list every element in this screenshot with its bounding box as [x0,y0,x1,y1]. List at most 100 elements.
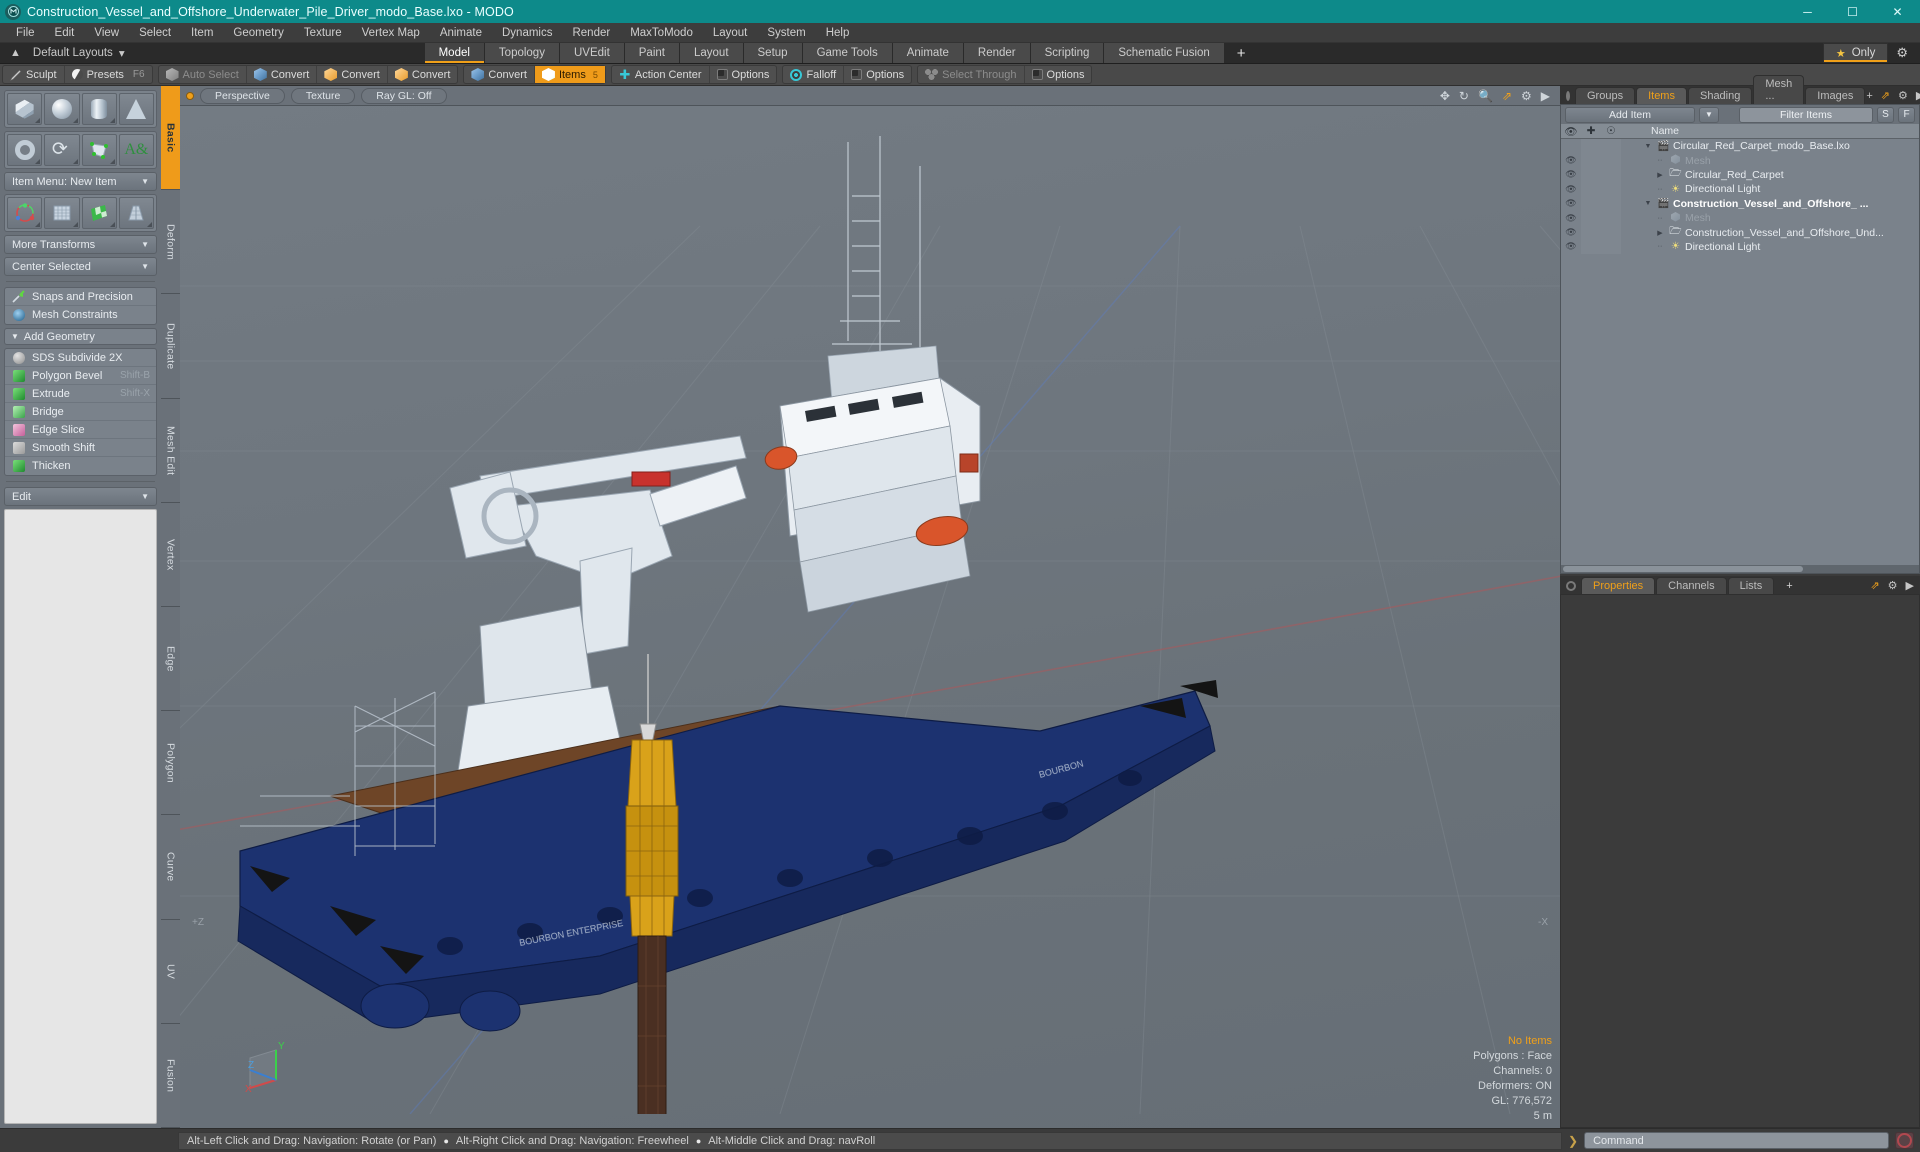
plus-icon[interactable]: + [1866,90,1872,102]
falloff-options-button[interactable]: Options [844,66,911,83]
items-tree[interactable]: ▼ 🎬 Circular_Red_Carpet_modo_Base.lxo 👁 … [1561,139,1919,565]
item-name-cell[interactable]: ▶ 🗁 Construction_Vessel_and_Offshore_Und… [1621,224,1919,241]
visibility-toggle-icon[interactable]: 👁 [1561,213,1581,224]
sculpt-button[interactable]: Sculpt [3,66,65,83]
axis-cell[interactable] [1601,225,1621,240]
rp-tab-groups[interactable]: Groups [1575,87,1636,104]
properties-panel-body[interactable] [1560,594,1920,1128]
move-icon[interactable]: ✥ [1440,89,1450,103]
center-selected-dropdown[interactable]: Center Selected ▼ [4,257,157,276]
lp-tab-fusion[interactable]: Fusion [161,1023,180,1129]
menu-vertex-map[interactable]: Vertex Map [352,25,430,41]
item-name-cell[interactable]: ▼ 🎬 Circular_Red_Carpet_modo_Base.lxo [1621,140,1919,152]
axis-cell[interactable] [1601,239,1621,255]
rp-tab-properties[interactable]: Properties [1581,577,1656,594]
item-name-cell[interactable]: ·· Mesh [1621,154,1919,167]
transform-gizmo-button[interactable] [7,197,43,229]
item-menu-dropdown[interactable]: Item Menu: New Item ▼ [4,172,157,191]
action-center-button[interactable]: ✚ Action Center [612,66,710,83]
default-layouts-dropdown[interactable]: Default Layouts ▾ [29,46,135,60]
gear-icon[interactable]: ⚙ [1888,43,1916,63]
menu-select[interactable]: Select [129,25,181,41]
more-transforms-dropdown[interactable]: More Transforms ▼ [4,235,157,254]
menu-edit[interactable]: Edit [45,25,85,41]
lp-tab-uv[interactable]: UV [161,919,180,1024]
select-through-button[interactable]: Select Through [918,66,1025,83]
tab-scripting[interactable]: Scripting [1030,43,1105,63]
lp-tab-mesh-edit[interactable]: Mesh Edit [161,398,180,503]
visibility-toggle-icon[interactable]: 👁 [1561,241,1581,252]
tab-topology[interactable]: Topology [484,43,560,63]
torus-primitive-button[interactable] [7,134,43,166]
item-name-cell[interactable]: ·· ☀ Directional Light [1621,241,1919,253]
lock-cell[interactable] [1581,153,1601,168]
lock-cell[interactable] [1581,239,1601,255]
viewport-perspective-button[interactable]: Perspective [200,87,285,104]
lp-tab-edge[interactable]: Edge [161,607,180,712]
lp-tab-polygon[interactable]: Polygon [161,711,180,816]
visibility-toggle-icon[interactable]: 👁 [1561,155,1581,166]
lock-cell[interactable] [1581,167,1601,183]
filter-s-button[interactable]: S [1877,106,1894,123]
cylinder-primitive-button[interactable] [81,93,117,125]
rp-tab-items[interactable]: Items [1636,87,1687,104]
collapse-arrow-icon[interactable]: ▲ [6,47,25,59]
sds-subdivide-item[interactable]: SDS Subdivide 2X [5,349,156,367]
add-layout-tab-button[interactable]: + [1225,43,1258,63]
add-item-button[interactable]: Add Item [1565,106,1695,123]
tab-game-tools[interactable]: Game Tools [802,43,893,63]
presets-button[interactable]: Presets F6 [65,66,152,83]
rp-tab-images[interactable]: Images [1805,87,1866,104]
menu-layout[interactable]: Layout [703,25,758,41]
chevron-right-icon[interactable]: ▶ [1916,89,1920,102]
lock-cell[interactable] [1581,196,1601,211]
axis-cell[interactable] [1601,153,1621,168]
panel-menu-dot-icon[interactable] [1566,581,1576,591]
action-center-options-button[interactable]: Options [710,66,777,83]
polygon-primitive-button[interactable] [81,134,117,166]
tab-setup[interactable]: Setup [743,43,803,63]
table-row[interactable]: ▼ 🎬 Circular_Red_Carpet_modo_Base.lxo [1561,139,1919,154]
visibility-toggle-icon[interactable]: 👁 [1561,227,1581,238]
menu-maxtomodo[interactable]: MaxToModo [620,25,703,41]
menu-item[interactable]: Item [181,25,223,41]
convert-vertex-button[interactable]: Convert [247,66,318,83]
lock-cell[interactable] [1581,210,1601,226]
3d-viewport[interactable]: BOURBON ENTERPRISE BOURBON +Z -X Y X Z N… [180,106,1560,1128]
edge-slice-item[interactable]: Edge Slice [5,421,156,439]
text-primitive-button[interactable]: A& [118,134,154,166]
lock-cell[interactable] [1581,225,1601,240]
expand-icon[interactable]: ⇗ [1870,579,1879,592]
twisty-down-icon[interactable]: ▼ [1642,143,1654,150]
gear-icon[interactable]: ⚙ [1521,89,1532,103]
only-toggle-button[interactable]: ★ Only [1822,43,1889,63]
checker-plane-button[interactable] [81,197,117,229]
convert-polygon-button[interactable]: Convert [388,66,458,83]
table-row[interactable]: 👁 ▼ 🎬 Construction_Vessel_and_Offshore_ … [1561,196,1919,211]
minimize-button[interactable]: ─ [1785,0,1830,23]
twisty-right-icon[interactable]: ▶ [1654,171,1666,179]
plane-grid-button[interactable] [44,197,80,229]
tab-render[interactable]: Render [963,43,1031,63]
command-input[interactable]: Command [1584,1132,1889,1149]
axis-cell[interactable] [1601,182,1621,197]
chevron-right-icon[interactable]: ▶ [1541,89,1550,103]
cone-primitive-button[interactable] [118,93,154,125]
rp-tab-channels[interactable]: Channels [1656,577,1727,594]
add-geometry-section-header[interactable]: ▼ Add Geometry [4,328,157,345]
extrude-item[interactable]: Extrude Shift-X [5,385,156,403]
menu-animate[interactable]: Animate [430,25,492,41]
close-button[interactable]: ✕ [1875,0,1920,23]
add-properties-tab-button[interactable]: + [1775,578,1803,594]
smooth-shift-item[interactable]: Smooth Shift [5,439,156,457]
table-row[interactable]: 👁 ·· ☀ Directional Light [1561,182,1919,197]
polygon-bevel-item[interactable]: Polygon Bevel Shift-B [5,367,156,385]
viewport-texture-button[interactable]: Texture [290,87,356,104]
tab-model[interactable]: Model [424,43,485,63]
items-mode-button[interactable]: Items 5 [534,66,605,83]
thicken-item[interactable]: Thicken [5,457,156,475]
twisty-right-icon[interactable]: ▶ [1654,229,1666,237]
menu-help[interactable]: Help [816,25,860,41]
lp-tab-curve[interactable]: Curve [161,815,180,920]
menu-file[interactable]: File [6,25,45,41]
